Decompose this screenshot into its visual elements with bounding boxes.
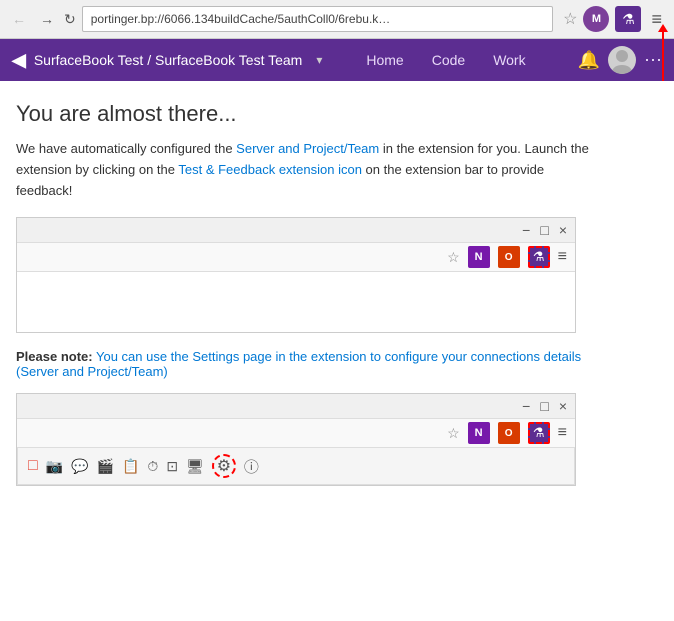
nav-link-home[interactable]: Home xyxy=(354,46,415,74)
nav-chevron-icon[interactable]: ▾ xyxy=(316,53,322,67)
flask-extension-button[interactable]: ⚗ xyxy=(615,6,641,32)
nav-links: Home Code Work xyxy=(354,46,537,74)
onenote-icon-2[interactable]: N xyxy=(468,422,490,444)
mini-menu-icon-1[interactable]: ≡ xyxy=(558,248,567,266)
back-button[interactable]: ← xyxy=(8,8,30,30)
camera-tool-icon[interactable]: 📷 xyxy=(46,458,63,475)
info-tool-icon[interactable]: ⓘ xyxy=(244,456,259,477)
mini-url-bar-2: ☆ N O ⚗ ≡ xyxy=(17,419,575,448)
mini-title-bar-1: − □ × xyxy=(17,218,575,243)
maximize-button-1[interactable]: □ xyxy=(540,222,548,238)
minimize-button-1[interactable]: − xyxy=(522,222,530,238)
url-bar[interactable] xyxy=(82,6,553,32)
office-icon-1[interactable]: O xyxy=(498,246,520,268)
forward-button[interactable]: → xyxy=(36,8,58,30)
document-tool-icon[interactable]: 📋 xyxy=(122,458,139,475)
notifications-icon[interactable]: 🔔 xyxy=(578,50,600,71)
browser-chrome: ← → ↻ ☆ M ⚗ ≡ xyxy=(0,0,674,39)
note-body: You can use the Settings page in the ext… xyxy=(16,349,581,379)
video-tool-icon[interactable]: 🎬 xyxy=(97,458,114,475)
refresh-button[interactable]: ↻ xyxy=(64,11,76,28)
main-content: You are almost there... We have automati… xyxy=(0,81,674,522)
nav-title: SurfaceBook Test / SurfaceBook Test Team xyxy=(34,52,302,68)
mini-url-bar-1: ☆ N O ⚗ ≡ xyxy=(17,243,575,272)
vsts-icon: ◀ xyxy=(12,50,26,71)
crop-tool-icon[interactable]: ⊡ xyxy=(166,458,178,475)
page-heading: You are almost there... xyxy=(16,101,658,127)
nav-link-code[interactable]: Code xyxy=(420,46,477,74)
flask-icon: ⚗ xyxy=(622,11,635,28)
rect-tool-icon[interactable]: □ xyxy=(28,457,38,475)
arrow-indicator xyxy=(662,31,664,81)
top-navigation: ◀ SurfaceBook Test / SurfaceBook Test Te… xyxy=(0,39,674,81)
mini-browser-1: − □ × ☆ N O ⚗ ≡ xyxy=(16,217,576,333)
avatar-image xyxy=(608,46,636,74)
flask-extension-icon-2[interactable]: ⚗ xyxy=(528,422,550,444)
mini-browser-content-1 xyxy=(17,272,575,332)
intro-highlight: Server and Project/Team xyxy=(236,141,379,156)
flask-extension-icon-1[interactable]: ⚗ xyxy=(528,246,550,268)
more-options-icon[interactable]: ⋯ xyxy=(644,50,662,71)
avatar[interactable] xyxy=(608,46,636,74)
comment-tool-icon[interactable]: 💬 xyxy=(71,458,88,475)
close-button-1[interactable]: × xyxy=(559,222,567,238)
nav-logo[interactable]: ◀ SurfaceBook Test / SurfaceBook Test Te… xyxy=(12,50,322,71)
extension-toolbar: □ 📷 💬 🎬 📋 ⏱ ⊡ 🖥 ⚙ ⓘ xyxy=(17,448,575,485)
screen-tool-icon[interactable]: 🖥 xyxy=(186,458,204,475)
profile-button[interactable]: M xyxy=(583,6,609,32)
note-text: Please note: You can use the Settings pa… xyxy=(16,349,596,379)
settings-tool-icon[interactable]: ⚙ xyxy=(212,454,236,478)
mini-menu-icon-2[interactable]: ≡ xyxy=(558,424,567,442)
intro-highlight-2: Test & Feedback extension icon xyxy=(178,162,362,177)
mini-browser-2: − □ × ☆ N O ⚗ ≡ □ 📷 💬 🎬 xyxy=(16,393,576,486)
mini-title-bar-2: − □ × xyxy=(17,394,575,419)
clock-tool-icon[interactable]: ⏱ xyxy=(147,458,158,475)
maximize-button-2[interactable]: □ xyxy=(540,398,548,414)
bookmark-icon[interactable]: ☆ xyxy=(563,9,577,29)
onenote-icon-1[interactable]: N xyxy=(468,246,490,268)
mini-star-icon-1[interactable]: ☆ xyxy=(447,249,460,266)
nav-link-work[interactable]: Work xyxy=(481,46,537,74)
mini-star-icon-2[interactable]: ☆ xyxy=(447,425,460,442)
close-button-2[interactable]: × xyxy=(559,398,567,414)
office-icon-2[interactable]: O xyxy=(498,422,520,444)
intro-text: We have automatically configured the Ser… xyxy=(16,139,596,201)
note-bold: Please note: xyxy=(16,349,93,364)
minimize-button-2[interactable]: − xyxy=(522,398,530,414)
